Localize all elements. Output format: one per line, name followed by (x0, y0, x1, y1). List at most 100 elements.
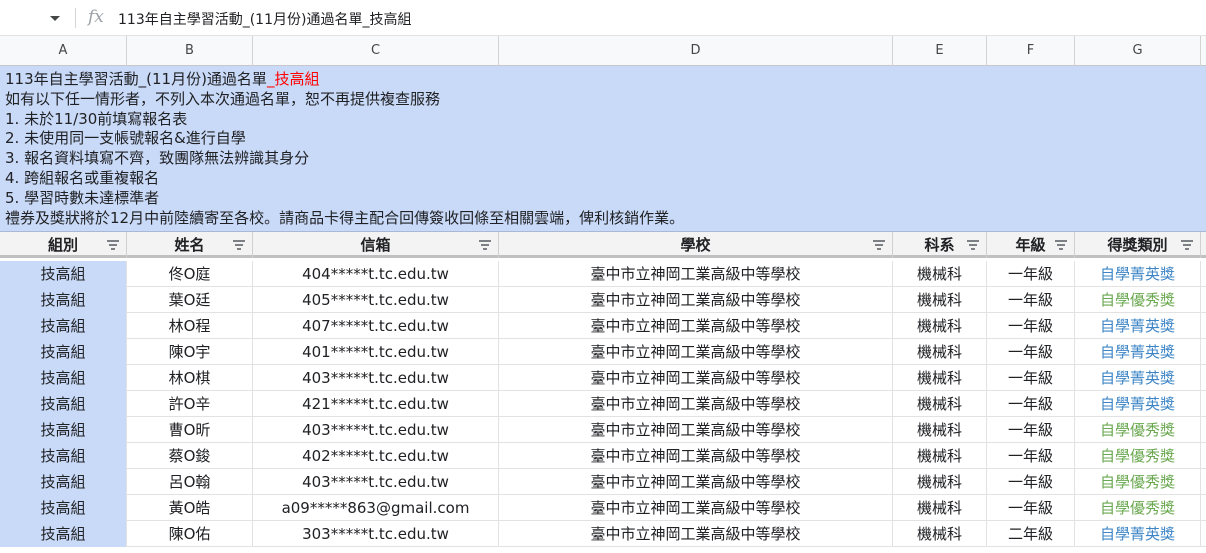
cell-name[interactable]: 佟O庭 (127, 261, 253, 287)
cell-name[interactable]: 呂O翰 (127, 469, 253, 495)
cell-department[interactable]: 機械科 (893, 521, 987, 547)
notes-cell[interactable]: 113年自主學習活動_(11月份)通過名單_技高組 如有以下任一情形者，不列入本… (0, 66, 1206, 232)
cell-email[interactable]: 405*****t.tc.edu.tw (253, 287, 499, 313)
cell-school[interactable]: 臺中市立神岡工業高級中等學校 (499, 495, 893, 521)
cell-email[interactable]: 403*****t.tc.edu.tw (253, 365, 499, 391)
cell-award[interactable]: 自學優秀獎 (1075, 287, 1201, 313)
filter-icon[interactable] (872, 239, 886, 251)
header-cell-department[interactable]: 科系 (893, 232, 987, 258)
cell-name[interactable]: 林O棋 (127, 365, 253, 391)
cell-group[interactable]: 技高組 (0, 443, 127, 469)
cell-award[interactable]: 自學菁英獎 (1075, 521, 1201, 547)
cell-email[interactable]: 404*****t.tc.edu.tw (253, 261, 499, 287)
cell-group[interactable]: 技高組 (0, 261, 127, 287)
cell-email[interactable]: 421*****t.tc.edu.tw (253, 391, 499, 417)
cell-department[interactable]: 機械科 (893, 365, 987, 391)
header-cell-award[interactable]: 得獎類別 (1075, 232, 1201, 258)
column-header-f[interactable]: F (987, 36, 1075, 66)
cell-school[interactable]: 臺中市立神岡工業高級中等學校 (499, 391, 893, 417)
cell-group[interactable]: 技高組 (0, 313, 127, 339)
cell-group[interactable]: 技高組 (0, 469, 127, 495)
cell-group[interactable]: 技高組 (0, 339, 127, 365)
column-header-b[interactable]: B (127, 36, 253, 66)
cell-grade[interactable]: 二年級 (987, 521, 1075, 547)
cell-email[interactable]: 401*****t.tc.edu.tw (253, 339, 499, 365)
filter-icon[interactable] (1054, 239, 1068, 251)
cell-email[interactable]: 402*****t.tc.edu.tw (253, 443, 499, 469)
cell-department[interactable]: 機械科 (893, 495, 987, 521)
cell-award[interactable]: 自學優秀獎 (1075, 495, 1201, 521)
cell-award[interactable]: 自學菁英獎 (1075, 261, 1201, 287)
cell-grade[interactable]: 一年級 (987, 391, 1075, 417)
header-cell-name[interactable]: 姓名 (127, 232, 253, 258)
cell-award[interactable]: 自學優秀獎 (1075, 469, 1201, 495)
column-header-g[interactable]: G (1075, 36, 1201, 66)
cell-award[interactable]: 自學菁英獎 (1075, 391, 1201, 417)
cell-school[interactable]: 臺中市立神岡工業高級中等學校 (499, 313, 893, 339)
cell-school[interactable]: 臺中市立神岡工業高級中等學校 (499, 521, 893, 547)
cell-grade[interactable]: 一年級 (987, 365, 1075, 391)
cell-name[interactable]: 蔡O鋑 (127, 443, 253, 469)
cell-name[interactable]: 曹O昕 (127, 417, 253, 443)
cell-name[interactable]: 林O程 (127, 313, 253, 339)
cell-award[interactable]: 自學優秀獎 (1075, 417, 1201, 443)
cell-grade[interactable]: 一年級 (987, 469, 1075, 495)
cell-award[interactable]: 自學菁英獎 (1075, 313, 1201, 339)
name-box-dropdown-icon[interactable] (48, 11, 62, 25)
cell-group[interactable]: 技高組 (0, 417, 127, 443)
header-cell-grade[interactable]: 年級 (987, 232, 1075, 258)
filter-icon[interactable] (232, 239, 246, 251)
column-header-d[interactable]: D (499, 36, 893, 66)
cell-email[interactable]: 403*****t.tc.edu.tw (253, 469, 499, 495)
cell-name[interactable]: 葉O廷 (127, 287, 253, 313)
cell-name[interactable]: 陳O佑 (127, 521, 253, 547)
cell-award[interactable]: 自學菁英獎 (1075, 365, 1201, 391)
cell-department[interactable]: 機械科 (893, 443, 987, 469)
cell-grade[interactable]: 一年級 (987, 339, 1075, 365)
cell-school[interactable]: 臺中市立神岡工業高級中等學校 (499, 443, 893, 469)
cell-group[interactable]: 技高組 (0, 521, 127, 547)
cell-grade[interactable]: 一年級 (987, 417, 1075, 443)
cell-school[interactable]: 臺中市立神岡工業高級中等學校 (499, 417, 893, 443)
cell-department[interactable]: 機械科 (893, 313, 987, 339)
cell-department[interactable]: 機械科 (893, 287, 987, 313)
cell-grade[interactable]: 一年級 (987, 313, 1075, 339)
column-header-c[interactable]: C (253, 36, 499, 66)
cell-name[interactable]: 許O辛 (127, 391, 253, 417)
cell-department[interactable]: 機械科 (893, 391, 987, 417)
column-header-a[interactable]: A (0, 36, 127, 66)
cell-school[interactable]: 臺中市立神岡工業高級中等學校 (499, 261, 893, 287)
cell-name[interactable]: 陳O宇 (127, 339, 253, 365)
cell-email[interactable]: a09*****863@gmail.com (253, 495, 499, 521)
filter-icon[interactable] (1180, 239, 1194, 251)
cell-group[interactable]: 技高組 (0, 365, 127, 391)
cell-school[interactable]: 臺中市立神岡工業高級中等學校 (499, 339, 893, 365)
cell-grade[interactable]: 一年級 (987, 495, 1075, 521)
cell-email[interactable]: 303*****t.tc.edu.tw (253, 521, 499, 547)
cell-award[interactable]: 自學優秀獎 (1075, 443, 1201, 469)
cell-email[interactable]: 407*****t.tc.edu.tw (253, 313, 499, 339)
filter-icon[interactable] (966, 239, 980, 251)
cell-award[interactable]: 自學菁英獎 (1075, 339, 1201, 365)
formula-input[interactable]: 113年自主學習活動_(11月份)通過名單_技高組 (118, 9, 411, 29)
header-cell-group[interactable]: 組別 (0, 232, 127, 258)
cell-school[interactable]: 臺中市立神岡工業高級中等學校 (499, 469, 893, 495)
cell-grade[interactable]: 一年級 (987, 287, 1075, 313)
cell-department[interactable]: 機械科 (893, 469, 987, 495)
cell-school[interactable]: 臺中市立神岡工業高級中等學校 (499, 365, 893, 391)
cell-department[interactable]: 機械科 (893, 261, 987, 287)
column-header-e[interactable]: E (893, 36, 987, 66)
cell-department[interactable]: 機械科 (893, 417, 987, 443)
cell-name[interactable]: 黃O皓 (127, 495, 253, 521)
header-cell-email[interactable]: 信箱 (253, 232, 499, 258)
header-cell-school[interactable]: 學校 (499, 232, 893, 258)
cell-group[interactable]: 技高組 (0, 287, 127, 313)
cell-grade[interactable]: 一年級 (987, 261, 1075, 287)
cell-grade[interactable]: 一年級 (987, 443, 1075, 469)
cell-department[interactable]: 機械科 (893, 339, 987, 365)
filter-icon[interactable] (106, 239, 120, 251)
cell-email[interactable]: 403*****t.tc.edu.tw (253, 417, 499, 443)
filter-icon[interactable] (478, 239, 492, 251)
cell-school[interactable]: 臺中市立神岡工業高級中等學校 (499, 287, 893, 313)
cell-group[interactable]: 技高組 (0, 391, 127, 417)
